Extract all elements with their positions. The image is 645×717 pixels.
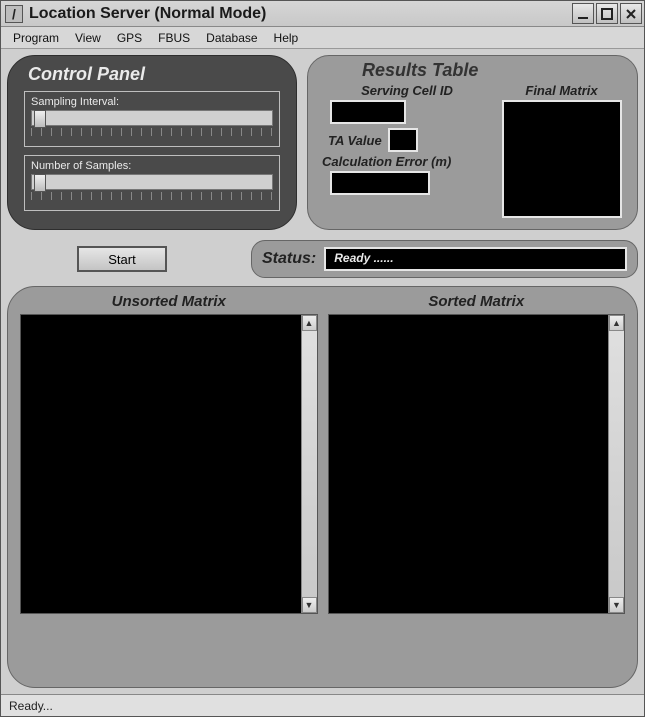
mid-row: Start Status: Ready ...... — [7, 240, 638, 278]
unsorted-scrollbar[interactable]: ▲ ▼ — [301, 315, 317, 613]
sampling-interval-label: Sampling Interval: — [31, 96, 273, 108]
sorted-matrix-col: Sorted Matrix ▲ ▼ — [328, 293, 626, 675]
sampling-interval-group: Sampling Interval: — [24, 91, 280, 147]
ta-label: TA Value — [328, 133, 382, 148]
serving-cell-value — [330, 100, 406, 124]
window-title: Location Server (Normal Mode) — [29, 5, 570, 23]
samples-group: Number of Samples: — [24, 155, 280, 211]
unsorted-matrix-box: ▲ ▼ — [20, 314, 318, 614]
status-panel: Status: Ready ...... — [251, 240, 638, 278]
titlebar: / Location Server (Normal Mode) — [1, 1, 644, 27]
final-matrix-box — [502, 100, 622, 218]
ta-value — [388, 128, 418, 152]
sampling-interval-slider[interactable] — [31, 110, 273, 126]
menu-gps[interactable]: GPS — [109, 29, 150, 47]
unsorted-matrix-col: Unsorted Matrix ▲ ▼ — [20, 293, 318, 675]
client-area: Control Panel Sampling Interval: Number … — [1, 49, 644, 694]
control-panel-title: Control Panel — [28, 64, 280, 85]
scroll-up-icon[interactable]: ▲ — [302, 315, 317, 331]
status-label: Status: — [262, 250, 316, 268]
final-matrix-label: Final Matrix — [525, 83, 597, 98]
results-panel: Results Table Serving Cell ID TA Value C… — [307, 55, 638, 230]
samples-ticks — [31, 192, 273, 200]
scroll-down-icon[interactable]: ▼ — [302, 597, 317, 613]
close-button[interactable] — [620, 3, 642, 24]
unsorted-matrix-title: Unsorted Matrix — [112, 293, 226, 310]
calc-error-label: Calculation Error (m) — [322, 154, 492, 169]
start-area: Start — [7, 246, 237, 272]
status-value: Ready ...... — [324, 247, 627, 271]
results-title: Results Table — [362, 60, 623, 81]
sorted-matrix-content[interactable] — [329, 315, 609, 613]
statusbar: Ready... — [1, 694, 644, 716]
start-button[interactable]: Start — [77, 246, 167, 272]
app-icon: / — [5, 5, 23, 23]
minimize-button[interactable] — [572, 3, 594, 24]
bottom-panel: Unsorted Matrix ▲ ▼ Sorted Matrix ▲ ▼ — [7, 286, 638, 688]
samples-slider[interactable] — [31, 174, 273, 190]
menu-fbus[interactable]: FBUS — [150, 29, 198, 47]
sampling-interval-thumb[interactable] — [34, 110, 46, 128]
statusbar-text: Ready... — [9, 699, 53, 713]
sorted-scrollbar[interactable]: ▲ ▼ — [608, 315, 624, 613]
sampling-interval-ticks — [31, 128, 273, 136]
menu-view[interactable]: View — [67, 29, 109, 47]
control-panel: Control Panel Sampling Interval: Number … — [7, 55, 297, 230]
app-window: / Location Server (Normal Mode) Program … — [0, 0, 645, 717]
final-matrix-col: Final Matrix — [500, 83, 623, 218]
sorted-matrix-box: ▲ ▼ — [328, 314, 626, 614]
unsorted-matrix-content[interactable] — [21, 315, 301, 613]
calc-error-value — [330, 171, 430, 195]
sorted-matrix-title: Sorted Matrix — [428, 293, 524, 310]
scroll-down-icon[interactable]: ▼ — [609, 597, 624, 613]
scroll-up-icon[interactable]: ▲ — [609, 315, 624, 331]
menu-program[interactable]: Program — [5, 29, 67, 47]
samples-thumb[interactable] — [34, 174, 46, 192]
menubar: Program View GPS FBUS Database Help — [1, 27, 644, 49]
maximize-button[interactable] — [596, 3, 618, 24]
menu-help[interactable]: Help — [266, 29, 307, 47]
results-left: Serving Cell ID TA Value Calculation Err… — [322, 83, 492, 218]
serving-cell-label: Serving Cell ID — [322, 83, 492, 98]
menu-database[interactable]: Database — [198, 29, 265, 47]
top-row: Control Panel Sampling Interval: Number … — [7, 55, 638, 230]
samples-label: Number of Samples: — [31, 160, 273, 172]
